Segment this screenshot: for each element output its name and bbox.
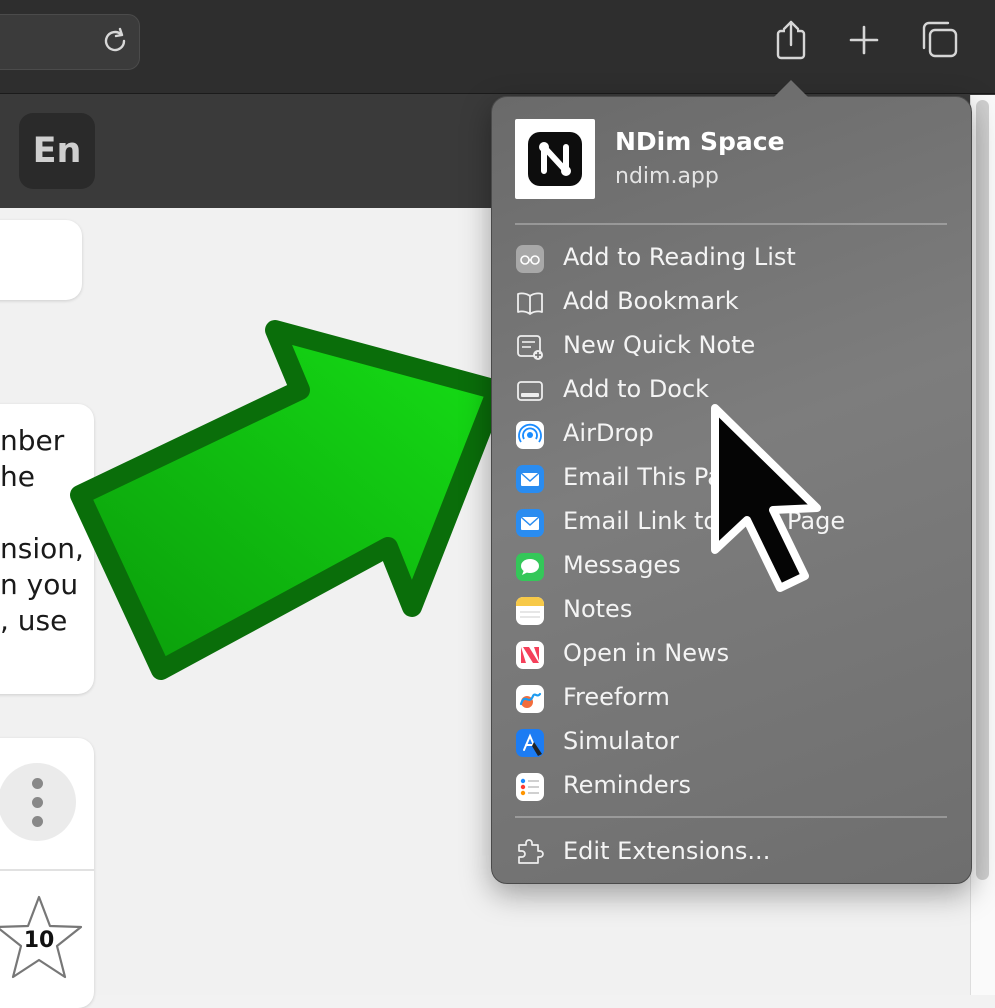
menu-item-label: Email Link to xyxy=(563,507,719,535)
menu-item-add-to-reading-list[interactable]: Add to Reading List xyxy=(515,238,955,278)
site-url: ndim.app xyxy=(615,164,719,189)
menu-item-label: Messages xyxy=(563,551,681,579)
menu-item-add-bookmark[interactable]: Add Bookmark xyxy=(515,282,955,322)
menu-item-reminders[interactable]: Reminders xyxy=(515,766,955,806)
menu-separator xyxy=(515,223,947,225)
card-text-line: he xyxy=(0,460,35,493)
dot xyxy=(32,816,43,827)
book-icon xyxy=(517,292,543,315)
more-options-button[interactable] xyxy=(0,763,76,841)
menu-item-label: New Quick Note xyxy=(563,331,756,359)
menu-item-label: Add Bookmark xyxy=(563,287,739,315)
content-card xyxy=(0,220,82,300)
menu-item-label: AirDrop xyxy=(563,419,654,447)
airdrop-icon xyxy=(516,421,544,449)
menu-item-simulator[interactable]: Simulator xyxy=(515,722,955,762)
menu-item-label: Email This Pa xyxy=(563,463,722,491)
extensions-icon xyxy=(518,839,544,864)
green-arrow-icon xyxy=(70,320,507,680)
language-button[interactable]: En xyxy=(19,113,95,189)
site-name: NDim Space xyxy=(615,127,785,156)
menu-item-edit-extensions[interactable]: Edit Extensions... xyxy=(515,832,955,872)
menu-item-new-quick-note[interactable]: New Quick Note xyxy=(515,326,955,366)
star-count: 10 xyxy=(23,928,55,953)
menu-item-label: Add to Dock xyxy=(563,375,710,403)
menu-item-label: Add to Reading List xyxy=(563,243,796,271)
news-icon xyxy=(516,641,544,669)
reload-icon[interactable] xyxy=(100,26,130,56)
dock-icon xyxy=(517,381,543,401)
card-divider xyxy=(0,869,94,871)
simulator-icon xyxy=(516,729,544,757)
menu-item-label: Open in News xyxy=(563,639,730,667)
menu-separator xyxy=(515,816,947,818)
menu-item-open-in-news[interactable]: Open in News xyxy=(515,634,955,674)
notes-icon xyxy=(516,597,544,625)
menu-item-label: Notes xyxy=(563,595,633,623)
plus-icon[interactable] xyxy=(844,18,884,62)
card-text-line: nber xyxy=(0,424,65,457)
messages-icon xyxy=(516,553,544,581)
dot xyxy=(32,797,43,808)
dot xyxy=(32,778,43,789)
popover-notch xyxy=(771,80,811,100)
menu-item-label: Reminders xyxy=(563,771,691,799)
scrollbar-thumb[interactable] xyxy=(976,100,989,880)
menu-item-label: Simulator xyxy=(563,727,679,755)
card-text-line: , use xyxy=(0,604,68,637)
site-icon xyxy=(515,119,595,199)
mouse-cursor-icon xyxy=(711,404,821,592)
reminders-icon xyxy=(516,773,544,801)
mail-icon xyxy=(516,465,544,493)
freeform-icon xyxy=(516,685,544,713)
ndim-logo-icon xyxy=(528,132,582,186)
share-icon[interactable] xyxy=(771,18,811,62)
quick-note-icon xyxy=(517,335,543,360)
menu-item-label: Edit Extensions... xyxy=(563,837,771,865)
menu-item-label: Freeform xyxy=(563,683,670,711)
menu-item-freeform[interactable]: Freeform xyxy=(515,678,955,718)
tabs-overview-icon[interactable] xyxy=(920,18,960,62)
glasses-icon xyxy=(516,245,544,273)
mail-icon xyxy=(516,509,544,537)
